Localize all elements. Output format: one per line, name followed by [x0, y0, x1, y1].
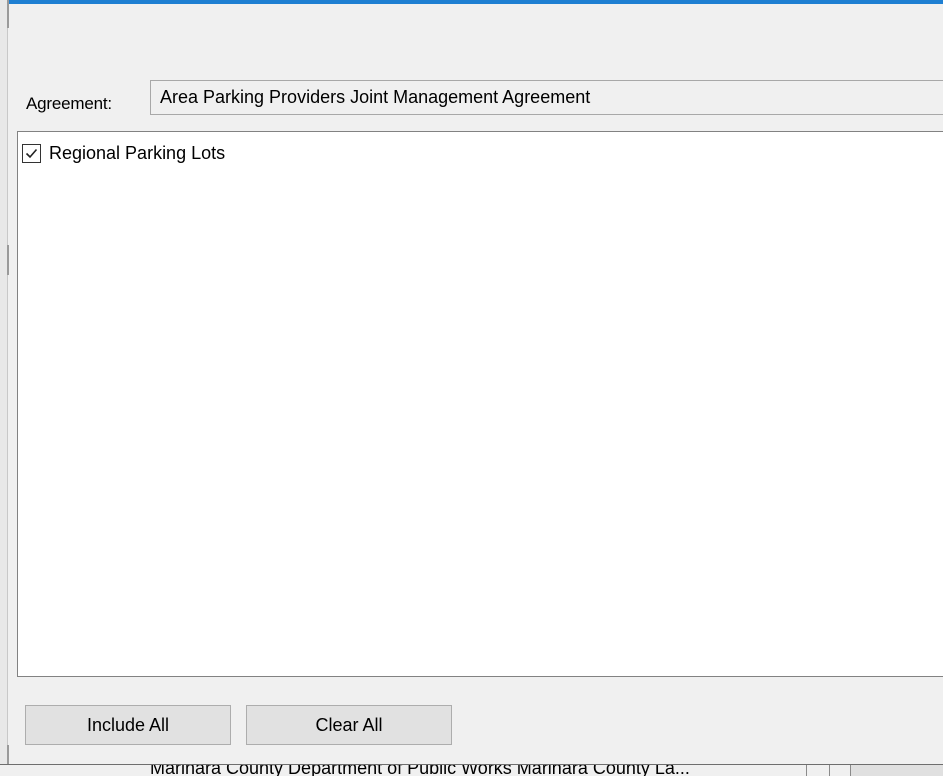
list-item-label: Regional Parking Lots — [49, 142, 226, 163]
list-item[interactable]: Regional Parking Lots — [22, 140, 225, 166]
include-all-button[interactable]: Include All — [25, 705, 231, 745]
clear-all-button[interactable]: Clear All — [246, 705, 452, 745]
agreement-label: Agreement: — [26, 94, 112, 113]
list-item-checkbox[interactable] — [22, 143, 41, 163]
checkmark-icon — [25, 148, 38, 158]
background-window-strip: Marinara County Department of Public Wor… — [0, 764, 943, 776]
background-divider — [829, 765, 830, 776]
agreement-field[interactable]: Area Parking Providers Joint Management … — [150, 80, 943, 115]
background-divider — [806, 765, 807, 776]
checked-list-box[interactable]: Regional Parking Lots — [17, 131, 943, 677]
background-window-text: Marinara County Department of Public Wor… — [150, 764, 690, 776]
background-panel — [850, 765, 943, 776]
window-left-edge — [0, 0, 9, 775]
